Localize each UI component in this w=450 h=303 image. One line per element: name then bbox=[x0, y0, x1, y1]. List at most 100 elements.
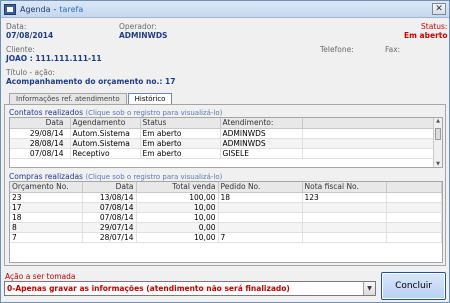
dropdown-arrow-icon[interactable]: ▼ bbox=[363, 282, 375, 295]
cell: Em aberto bbox=[140, 128, 221, 139]
cell: 29/08/14 bbox=[10, 128, 71, 139]
cell bbox=[218, 212, 303, 223]
titulo-value: Acompanhamento do orçamento no.: 17 bbox=[6, 77, 176, 86]
scroll-up-icon[interactable]: ▲ bbox=[434, 118, 442, 124]
status-label: Status: bbox=[421, 22, 448, 31]
cell bbox=[386, 222, 442, 233]
contatos-header-row: Data Agendamento Status Atendimento: bbox=[10, 118, 442, 129]
col-agendamento[interactable]: Agendamento bbox=[70, 118, 141, 129]
col-nota-fiscal[interactable]: Nota fiscal No. bbox=[302, 182, 387, 193]
contatos-scrollbar[interactable]: ▲ ▼ bbox=[433, 118, 442, 167]
cell: 17 bbox=[10, 202, 83, 213]
cell: Em aberto bbox=[140, 138, 221, 149]
compras-title: Compras realizadas bbox=[9, 172, 83, 181]
scroll-thumb[interactable] bbox=[435, 128, 441, 140]
col-orcamento[interactable]: Orçamento No. bbox=[10, 182, 83, 193]
app-icon bbox=[4, 3, 16, 15]
cell bbox=[302, 202, 387, 213]
cell bbox=[302, 148, 442, 159]
contatos-grid[interactable]: Data Agendamento Status Atendimento: 29/… bbox=[9, 117, 443, 168]
cell: Em aberto bbox=[140, 148, 221, 159]
telefone-label: Telefone: bbox=[320, 45, 354, 54]
cell: 0,00 bbox=[136, 222, 219, 233]
cell: 10,00 bbox=[136, 212, 219, 223]
close-button[interactable]: ✕ bbox=[432, 3, 446, 15]
cell: 23 bbox=[10, 192, 83, 203]
col-atendimento[interactable]: Atendimento: bbox=[220, 118, 303, 129]
cell: 07/08/14 bbox=[82, 202, 137, 213]
table-row[interactable]: 7 28/07/14 10,00 7 bbox=[10, 232, 442, 243]
cliente-label: Cliente: bbox=[6, 45, 35, 54]
cell bbox=[302, 222, 387, 233]
cell: Receptivo bbox=[70, 148, 141, 159]
action-select[interactable]: 0-Apenas gravar as informações (atendime… bbox=[4, 281, 376, 296]
cell bbox=[302, 128, 442, 139]
contatos-table: Data Agendamento Status Atendimento: 29/… bbox=[10, 118, 442, 159]
agenda-window: Agenda - tarefa ✕ Data: 07/08/2014 Opera… bbox=[0, 0, 450, 303]
col-data[interactable]: Data bbox=[10, 118, 71, 129]
data-value: 07/08/2014 bbox=[6, 31, 54, 40]
cell: 8 bbox=[10, 222, 83, 233]
col-filler bbox=[302, 118, 442, 129]
table-row[interactable]: 23 13/08/14 100,00 18 123 bbox=[10, 192, 442, 203]
cell: Autom.Sistema bbox=[70, 128, 141, 139]
operador-label: Operador: bbox=[119, 22, 157, 31]
status-value: Em aberto bbox=[404, 31, 448, 40]
compras-section-title: Compras realizadas (Clique sob o registr… bbox=[9, 172, 222, 181]
cell bbox=[218, 222, 303, 233]
cell: GISELE bbox=[220, 148, 303, 159]
cell: 10,00 bbox=[136, 232, 219, 243]
title-separator: - bbox=[53, 4, 57, 14]
cell: 7 bbox=[218, 232, 303, 243]
cell bbox=[302, 212, 387, 223]
compras-header-row: Orçamento No. Data Total venda Pedido No… bbox=[10, 182, 442, 193]
table-row[interactable]: 18 07/08/14 10,00 bbox=[10, 212, 442, 223]
cell: ADMINWDS bbox=[220, 128, 303, 139]
cell: Autom.Sistema bbox=[70, 138, 141, 149]
operador-value: ADMINWDS bbox=[119, 31, 168, 40]
data-label: Data: bbox=[6, 22, 27, 31]
col-data[interactable]: Data bbox=[82, 182, 137, 193]
action-label: Ação a ser tomada bbox=[5, 272, 76, 281]
cell bbox=[218, 202, 303, 213]
table-row[interactable]: 07/08/14 Receptivo Em aberto GISELE bbox=[10, 148, 442, 159]
window-subtitle: tarefa bbox=[59, 4, 84, 14]
title-bar: Agenda - tarefa ✕ bbox=[1, 1, 449, 18]
col-pedido[interactable]: Pedido No. bbox=[218, 182, 303, 193]
col-total-venda[interactable]: Total venda bbox=[136, 182, 219, 193]
cell bbox=[302, 232, 387, 243]
table-row[interactable]: 8 29/07/14 0,00 bbox=[10, 222, 442, 233]
compras-grid[interactable]: Orçamento No. Data Total venda Pedido No… bbox=[9, 181, 443, 263]
cell: 29/07/14 bbox=[82, 222, 137, 233]
cell bbox=[386, 232, 442, 243]
cell: 7 bbox=[10, 232, 83, 243]
action-selected-value: 0-Apenas gravar as informações (atendime… bbox=[7, 284, 290, 293]
cell: 07/08/14 bbox=[10, 148, 71, 159]
compras-hint: (Clique sob o registro para visualizá-lo… bbox=[85, 173, 223, 181]
cell: 28/07/14 bbox=[82, 232, 137, 243]
contatos-hint: (Clique sob o registro para visualizá-lo… bbox=[85, 109, 223, 117]
table-row[interactable]: 28/08/14 Autom.Sistema Em aberto ADMINWD… bbox=[10, 138, 442, 149]
cliente-value: JOAO : 111.111.111-11 bbox=[6, 54, 102, 63]
titulo-label: Título - ação: bbox=[6, 68, 55, 77]
cell: 13/08/14 bbox=[82, 192, 137, 203]
cell: 18 bbox=[218, 192, 303, 203]
cell: ADMINWDS bbox=[220, 138, 303, 149]
cell: 100,00 bbox=[136, 192, 219, 203]
compras-table: Orçamento No. Data Total venda Pedido No… bbox=[10, 182, 442, 243]
cell bbox=[386, 202, 442, 213]
historico-panel: Contatos realizados (Clique sob o regist… bbox=[4, 104, 446, 266]
table-row[interactable]: 17 07/08/14 10,00 bbox=[10, 202, 442, 213]
cell bbox=[386, 192, 442, 203]
col-filler bbox=[386, 182, 442, 193]
cell: 18 bbox=[10, 212, 83, 223]
cell bbox=[386, 212, 442, 223]
cell bbox=[302, 138, 442, 149]
table-row[interactable]: 29/08/14 Autom.Sistema Em aberto ADMINWD… bbox=[10, 128, 442, 139]
window-title: Agenda bbox=[20, 4, 51, 14]
contatos-section-title: Contatos realizados (Clique sob o regist… bbox=[9, 108, 222, 117]
fax-label: Fax: bbox=[385, 45, 401, 54]
scroll-down-icon[interactable]: ▼ bbox=[434, 161, 442, 167]
concluir-button[interactable]: Concluir bbox=[381, 272, 446, 300]
col-status[interactable]: Status bbox=[140, 118, 221, 129]
